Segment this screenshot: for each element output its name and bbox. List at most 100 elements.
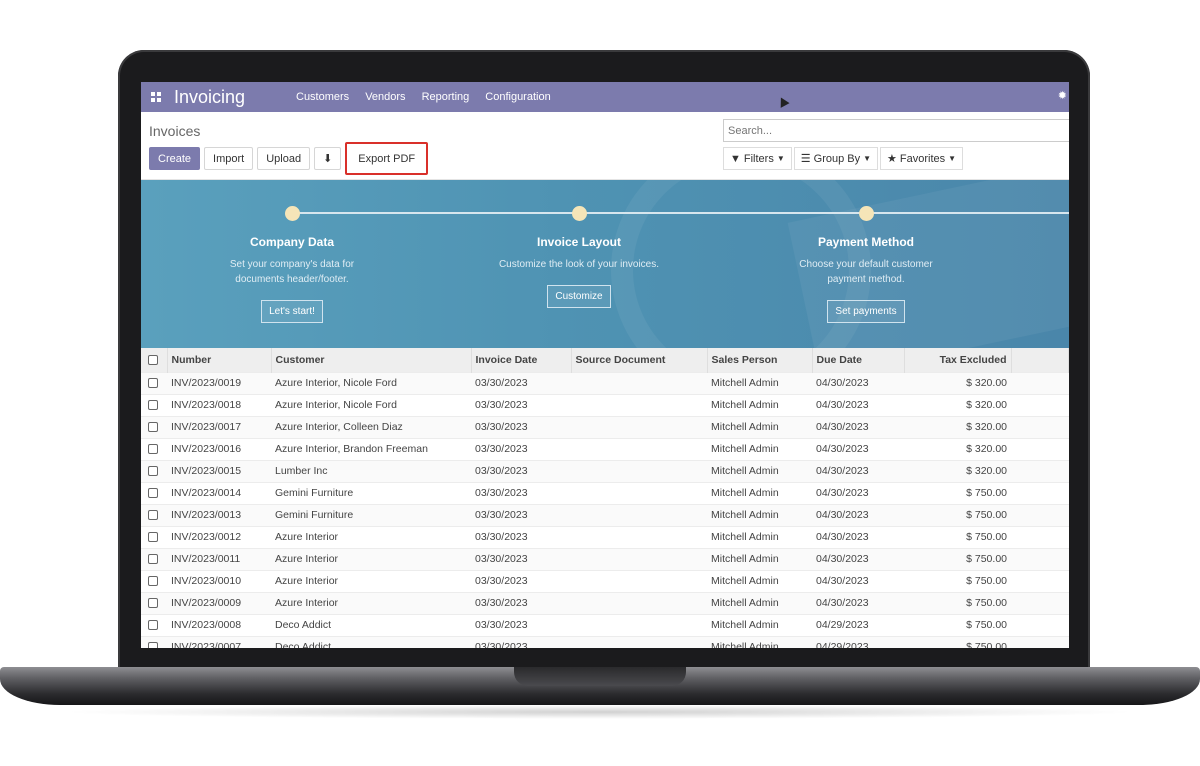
- table-row[interactable]: INV/2023/0019 Azure Interior, Nicole Ford…: [141, 371, 1069, 394]
- row-checkbox[interactable]: [141, 481, 167, 504]
- column-invoice-date[interactable]: Invoice Date: [471, 348, 572, 372]
- cell-tax-excluded: $ 320.00: [904, 415, 1011, 438]
- column-customer[interactable]: Customer: [271, 348, 472, 372]
- table-row[interactable]: INV/2023/0015 Lumber Inc 03/30/2023 Mitchel…: [141, 459, 1069, 482]
- cell-filler: [1011, 547, 1069, 570]
- chevron-down-icon: ▼: [948, 154, 957, 163]
- import-button[interactable]: Import: [204, 147, 254, 170]
- group-by-dropdown[interactable]: ☰ Group By ▼: [793, 147, 879, 170]
- search-input[interactable]: [723, 119, 1069, 142]
- cell-customer: Azure Interior: [271, 569, 471, 592]
- create-button[interactable]: Create: [149, 147, 201, 170]
- table-row[interactable]: INV/2023/0017 Azure Interior, Colleen Dia…: [141, 415, 1069, 438]
- cell-source-document: [571, 613, 707, 636]
- cell-filler: [1011, 591, 1069, 614]
- table-row[interactable]: INV/2023/0009 Azure Interior 03/30/2023 Mit…: [141, 591, 1069, 614]
- invoice-table: Number Customer Invoice Date Source Docu…: [141, 348, 1069, 648]
- onboarding-banner: Company Data Set your company's data for…: [141, 180, 1069, 348]
- row-checkbox[interactable]: [141, 547, 167, 570]
- favorites-dropdown[interactable]: ★ Favorites ▼: [880, 147, 964, 170]
- cell-invoice-date: 03/30/2023: [471, 569, 571, 592]
- upload-button[interactable]: Upload: [257, 147, 311, 170]
- download-icon: ⬇: [323, 153, 333, 165]
- cell-invoice-date: 03/30/2023: [471, 503, 571, 526]
- cell-customer: Azure Interior, Nicole Ford: [271, 393, 471, 416]
- step-dot: [572, 206, 587, 221]
- cell-tax-excluded: $ 320.00: [904, 437, 1011, 460]
- table-row[interactable]: INV/2023/0008 Deco Addict 03/30/2023 Mitche…: [141, 613, 1069, 636]
- filters-label: Filters: [743, 152, 774, 165]
- row-checkbox[interactable]: [141, 503, 167, 526]
- step-invoice-layout: Invoice Layout Customize the look of you…: [459, 235, 699, 308]
- row-checkbox[interactable]: [141, 613, 167, 636]
- table-row[interactable]: INV/2023/0018 Azure Interior, Nicole Ford…: [141, 393, 1069, 416]
- menu-vendors[interactable]: Vendors: [357, 91, 413, 103]
- menu-configuration[interactable]: Configuration: [477, 91, 558, 103]
- table-row[interactable]: INV/2023/0014 Gemini Furniture 03/30/2023 M…: [141, 481, 1069, 504]
- filters-dropdown[interactable]: ▼ Filters ▼: [723, 147, 792, 170]
- app-title[interactable]: Invoicing: [174, 87, 284, 108]
- column-number[interactable]: Number: [167, 348, 272, 372]
- column-due-date[interactable]: Due Date: [812, 348, 905, 372]
- menu-customers[interactable]: Customers: [288, 91, 357, 103]
- cell-invoice-date: 03/30/2023: [471, 613, 571, 636]
- table-row[interactable]: INV/2023/0010 Azure Interior 03/30/2023 Mit…: [141, 569, 1069, 592]
- cell-number: INV/2023/0016: [167, 437, 271, 460]
- invoice-list: Number Customer Invoice Date Source Docu…: [141, 348, 1069, 648]
- cell-sales-person: Mitchell Admin: [707, 437, 812, 460]
- table-row[interactable]: INV/2023/0013 Gemini Furniture 03/30/2023 M…: [141, 503, 1069, 526]
- cell-filler: [1011, 371, 1069, 394]
- cell-due-date: 04/30/2023: [812, 371, 904, 394]
- search-options: ▼ Filters ▼ ☰ Group By ▼ ★ Favorites ▼: [723, 147, 964, 170]
- row-checkbox[interactable]: [141, 371, 167, 394]
- cell-sales-person: Mitchell Admin: [707, 569, 812, 592]
- column-source-document[interactable]: Source Document: [571, 348, 708, 372]
- cell-tax-excluded: $ 750.00: [904, 503, 1011, 526]
- download-button[interactable]: ⬇: [314, 147, 342, 170]
- set-payments-button[interactable]: Set payments: [827, 300, 905, 323]
- row-checkbox[interactable]: [141, 437, 167, 460]
- cell-source-document: [571, 569, 707, 592]
- select-all-checkbox[interactable]: [141, 348, 168, 372]
- row-checkbox[interactable]: [141, 415, 167, 438]
- cell-filler: [1011, 459, 1069, 482]
- row-checkbox[interactable]: [141, 591, 167, 614]
- cell-customer: Deco Addict: [271, 635, 471, 648]
- control-panel: Invoices Create Import Upload ⬇ Export P…: [141, 112, 1069, 180]
- table-row[interactable]: INV/2023/0016 Azure Interior, Brandon Fre…: [141, 437, 1069, 460]
- column-sales-person[interactable]: Sales Person: [707, 348, 813, 372]
- column-tax-excluded[interactable]: Tax Excluded: [904, 348, 1012, 372]
- step-description: Set your company's data for documents he…: [229, 259, 355, 285]
- cell-due-date: 04/30/2023: [812, 415, 904, 438]
- row-checkbox[interactable]: [141, 525, 167, 548]
- cell-invoice-date: 03/30/2023: [471, 481, 571, 504]
- export-pdf-button[interactable]: Export PDF: [345, 142, 429, 175]
- row-checkbox[interactable]: [141, 635, 167, 648]
- chevron-down-icon: ▼: [863, 154, 872, 163]
- table-row[interactable]: INV/2023/0011 Azure Interior 03/30/2023 Mit…: [141, 547, 1069, 570]
- table-row[interactable]: INV/2023/0007 Deco Addict 03/30/2023 Mitche…: [141, 635, 1069, 648]
- row-checkbox[interactable]: [141, 393, 167, 416]
- lets-start-button[interactable]: Let's start!: [261, 300, 323, 323]
- step-title: Invoice Layout: [536, 235, 622, 249]
- cell-number: INV/2023/0014: [167, 481, 271, 504]
- table-row[interactable]: INV/2023/0012 Azure Interior 03/30/2023 Mit…: [141, 525, 1069, 548]
- cell-source-document: [571, 481, 707, 504]
- filter-icon: ▼: [730, 152, 741, 165]
- cell-tax-excluded: $ 750.00: [904, 481, 1011, 504]
- cell-sales-person: Mitchell Admin: [707, 613, 812, 636]
- cell-customer: Lumber Inc: [271, 459, 471, 482]
- cell-due-date: 04/30/2023: [812, 459, 904, 482]
- cell-due-date: 04/29/2023: [812, 635, 904, 648]
- customize-button[interactable]: Customize: [547, 285, 611, 308]
- step-description: Choose your default customer payment met…: [799, 259, 933, 285]
- cell-source-document: [571, 591, 707, 614]
- step-description: Customize the look of your invoices.: [498, 259, 660, 270]
- cell-number: INV/2023/0017: [167, 415, 271, 438]
- row-checkbox[interactable]: [141, 569, 167, 592]
- menu-reporting[interactable]: Reporting: [414, 91, 478, 103]
- main-menu: Customers Vendors Reporting Configuratio…: [288, 91, 559, 103]
- bug-icon[interactable]: ✹: [1058, 89, 1067, 102]
- apps-menu-icon[interactable]: [141, 82, 171, 112]
- row-checkbox[interactable]: [141, 459, 167, 482]
